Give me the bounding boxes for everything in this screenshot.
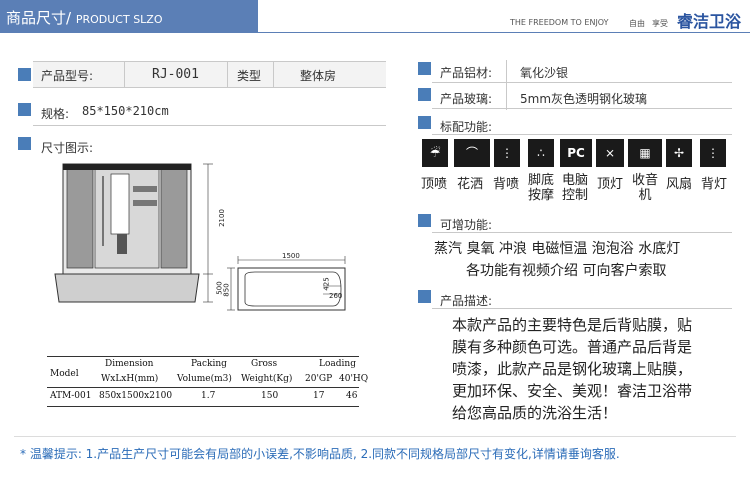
section-marker-icon xyxy=(418,214,431,227)
table-sub-gross: Weight(Kg) xyxy=(241,374,293,384)
section-marker-icon xyxy=(18,137,31,150)
shower-room-drawing xyxy=(54,163,346,311)
table-header-packing: Packing xyxy=(191,359,227,369)
dimension-diagram: 2100 500 1500 850 425 260 xyxy=(33,156,385,336)
table-bottom-rule xyxy=(47,406,359,407)
fan-icon: ✢ xyxy=(666,139,692,167)
section-marker-icon xyxy=(418,62,431,75)
table-sub-packing: Volume(m3) xyxy=(177,374,232,384)
std-underline xyxy=(432,134,732,135)
feature-label-pc-control: 电脑控制 xyxy=(561,173,588,203)
row-divider xyxy=(273,61,274,88)
slogan-cn-2: 享受 xyxy=(652,19,668,28)
glass-label: 产品玻璃: xyxy=(440,92,493,106)
slogan-en: THE FREEDOM TO ENJOY xyxy=(510,18,609,27)
table-cell-20gp: 17 xyxy=(313,391,325,401)
table-sub-dimension: WxLxH(mm) xyxy=(101,374,159,384)
glass-value: 5mm灰色透明钢化玻璃 xyxy=(520,92,648,106)
row-divider xyxy=(506,60,507,110)
description-underline xyxy=(432,308,732,309)
table-sub-40hq: 40'HQ xyxy=(339,374,369,384)
footer-divider xyxy=(14,436,736,437)
feature-label-radio: 收音机 xyxy=(631,173,658,203)
dim-425: 425 xyxy=(322,277,331,291)
description-line: 喷漆，此款产品是钢化玻璃上贴膜， xyxy=(452,360,693,378)
brand-logo: 睿洁卫浴 xyxy=(677,12,742,31)
page-title-en: PRODUCT SLZO xyxy=(75,13,163,26)
spec-underline xyxy=(33,125,386,126)
section-marker-icon xyxy=(18,68,31,81)
optional-features-note: 各功能有视频介绍 可向客户索取 xyxy=(466,263,667,279)
description-line: 更加环保、安全、美观！睿洁卫浴带 xyxy=(452,382,693,400)
page-title: 商品尺寸/ PRODUCT SLZO xyxy=(6,7,163,28)
table-header-dimension: Dimension xyxy=(105,359,154,369)
description-line: 本款产品的主要特色是后背贴膜，贴 xyxy=(452,316,693,334)
feature-label-back-light: 背灯 xyxy=(700,177,727,192)
optional-underline xyxy=(432,232,732,233)
std-features-label: 标配功能: xyxy=(440,120,493,134)
description-label: 产品描述: xyxy=(440,294,493,308)
table-header-gross: Gross xyxy=(251,359,278,369)
section-marker-icon xyxy=(418,88,431,101)
dim-2100: 2100 xyxy=(217,209,226,227)
type-value: 整体房 xyxy=(300,69,337,83)
type-label: 类型 xyxy=(237,69,262,83)
section-marker-icon xyxy=(418,290,431,303)
feature-label-back-jet: 背喷 xyxy=(492,177,519,192)
section-marker-icon xyxy=(418,116,431,129)
feature-label-fan: 风扇 xyxy=(665,177,692,192)
back-jet-icon: ⋮ xyxy=(494,139,520,167)
description-line: 给您高品质的洗浴生活！ xyxy=(452,404,618,422)
description-line: 膜有多种颜色可选。普通产品后背是 xyxy=(452,338,693,356)
table-cell-40hq: 46 xyxy=(346,391,358,401)
spec-value: 85*150*210cm xyxy=(82,104,169,118)
table-mid-rule xyxy=(47,387,359,388)
table-cell-weight: 150 xyxy=(261,391,279,401)
table-cell-dimension: 850x1500x2100 xyxy=(99,391,173,401)
table-top-rule xyxy=(47,356,359,357)
spec-label: 规格: xyxy=(41,107,70,121)
model-label: 产品型号: xyxy=(41,69,94,83)
foot-massage-icon: ∴ xyxy=(528,139,554,167)
dim-1500: 1500 xyxy=(282,252,300,260)
model-value: RJ-001 xyxy=(152,67,199,82)
pc-control-icon: PC xyxy=(560,139,592,167)
table-cell-model: ATM-001 xyxy=(50,391,92,401)
feature-label-hand-shower: 花洒 xyxy=(456,177,483,192)
footer-note: * 温馨提示: 1.产品生产尺寸可能会有局部的小误差,不影响品质, 2.同款不同… xyxy=(20,447,620,461)
material-label: 产品铝材: xyxy=(440,66,493,80)
row-divider xyxy=(227,61,228,88)
page-title-cn: 商品尺寸/ xyxy=(6,9,72,27)
feature-label-top-shower: 顶喷 xyxy=(420,177,447,192)
hand-shower-icon: ⌒ xyxy=(454,139,490,167)
table-sub-20gp: 20'GP xyxy=(305,374,333,384)
material-underline xyxy=(432,82,732,83)
table-header-model: Model xyxy=(50,369,79,379)
top-light-icon: ⨯ xyxy=(596,139,624,167)
radio-icon: ▦ xyxy=(628,139,662,167)
diagram-label: 尺寸图示: xyxy=(41,141,94,155)
feature-label-foot-massage: 脚底按摩 xyxy=(527,173,554,203)
description-text: 本款产品的主要特色是后背贴膜，贴 膜有多种颜色可选。普通产品后背是 喷漆，此款产… xyxy=(452,314,742,424)
feature-label-top-light: 顶灯 xyxy=(596,177,623,192)
table-cell-volume: 1.7 xyxy=(201,391,216,401)
dim-260: 260 xyxy=(329,292,343,300)
glass-underline xyxy=(432,108,732,109)
dim-850: 850 xyxy=(222,283,231,297)
back-light-icon: ⋮ xyxy=(700,139,726,167)
optional-features-label: 可增功能: xyxy=(440,218,493,232)
top-shower-icon: ☔ xyxy=(422,139,448,167)
material-value: 氧化沙银 xyxy=(520,66,569,80)
row-divider xyxy=(124,61,125,88)
optional-features-list: 蒸汽 臭氧 冲浪 电磁恒温 泡泡浴 水底灯 xyxy=(434,241,681,257)
slogan-cn-1: 自由 xyxy=(629,19,645,28)
header-divider xyxy=(258,32,750,33)
section-marker-icon xyxy=(18,103,31,116)
table-header-loading: Loading xyxy=(319,359,356,369)
